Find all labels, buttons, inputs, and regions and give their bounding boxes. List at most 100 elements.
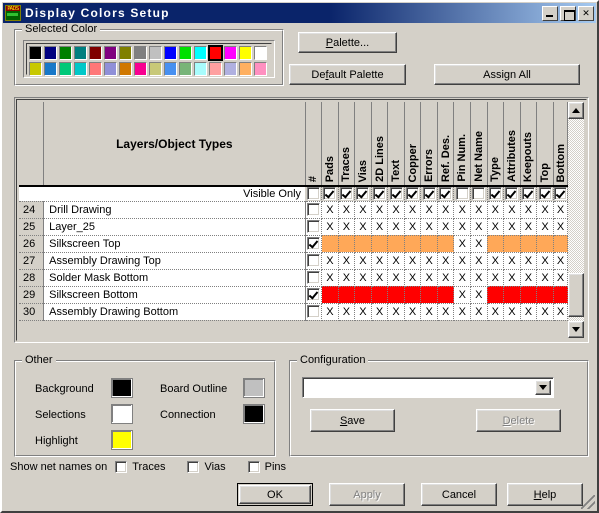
layer-empty-cell[interactable]: X (437, 252, 455, 270)
layer-name[interactable]: Assembly Drawing Bottom (43, 303, 306, 321)
checkbox-box[interactable] (115, 461, 128, 473)
checkbox-box[interactable] (554, 187, 567, 201)
net-names-vias-checkbox[interactable]: Vias (187, 461, 226, 473)
layer-empty-cell[interactable]: X (437, 201, 455, 219)
layer-empty-cell[interactable]: X (404, 269, 422, 287)
row-enable-checkbox-cell[interactable] (305, 201, 323, 219)
color-swatch[interactable] (164, 46, 177, 60)
layer-color-cell[interactable] (321, 235, 339, 253)
layer-name[interactable]: Silkscreen Top (43, 235, 306, 253)
layer-empty-cell[interactable]: X (470, 218, 488, 236)
checkbox-box[interactable] (439, 187, 453, 201)
checkbox-box[interactable] (306, 288, 320, 301)
checkbox-box[interactable] (455, 187, 469, 201)
cancel-button[interactable]: Cancel (421, 483, 497, 506)
layer-empty-cell[interactable]: X (321, 201, 339, 219)
checkbox-box[interactable] (306, 254, 320, 267)
layer-empty-cell[interactable]: X (387, 303, 405, 321)
checkbox-box[interactable] (406, 187, 420, 201)
layer-color-cell[interactable] (437, 286, 455, 304)
color-swatch[interactable] (194, 46, 207, 60)
layer-color-cell[interactable] (487, 286, 505, 304)
connection-color-button[interactable] (243, 404, 265, 424)
layer-color-cell[interactable] (503, 235, 521, 253)
layer-empty-cell[interactable]: X (470, 235, 488, 253)
layer-color-cell[interactable] (420, 286, 438, 304)
layer-empty-cell[interactable]: X (453, 286, 472, 304)
layer-empty-cell[interactable]: X (520, 269, 538, 287)
color-swatch[interactable] (149, 62, 162, 76)
color-swatch[interactable] (89, 46, 102, 60)
layer-color-cell[interactable] (404, 235, 422, 253)
layer-empty-cell[interactable]: X (404, 252, 422, 270)
visible-only-checkbox-cell[interactable] (321, 186, 339, 202)
grid-column-header[interactable]: Type (487, 102, 505, 187)
grid-vertical-scrollbar[interactable] (568, 102, 584, 338)
layer-empty-cell[interactable]: X (420, 269, 438, 287)
layer-empty-cell[interactable]: X (470, 201, 488, 219)
color-swatch[interactable] (44, 62, 57, 76)
layer-empty-cell[interactable]: X (404, 218, 422, 236)
grid-column-header[interactable]: 2D Lines (371, 102, 389, 187)
layer-empty-cell[interactable]: X (420, 218, 438, 236)
table-row[interactable]: 28 Solder Mask Bottom X X X X X X X X X X X X X X X (19, 269, 568, 287)
table-row[interactable]: 26 Silkscreen Top X X (19, 235, 568, 253)
layer-empty-cell[interactable]: X (503, 269, 521, 287)
layer-empty-cell[interactable]: X (520, 252, 538, 270)
checkbox-box[interactable] (306, 187, 320, 201)
layer-color-cell[interactable] (404, 286, 422, 304)
checkbox-box[interactable] (323, 187, 337, 201)
layer-empty-cell[interactable]: X (520, 303, 538, 321)
layer-empty-cell[interactable]: X (338, 252, 356, 270)
layer-empty-cell[interactable]: X (420, 252, 438, 270)
layer-empty-cell[interactable]: X (387, 269, 405, 287)
layer-empty-cell[interactable]: X (354, 252, 372, 270)
color-swatch[interactable] (149, 46, 162, 60)
layer-color-cell[interactable] (536, 286, 554, 304)
layer-empty-cell[interactable]: X (321, 269, 339, 287)
layer-empty-cell[interactable]: X (487, 303, 505, 321)
default-palette-button[interactable]: Default Palette (289, 64, 406, 85)
help-button[interactable]: Help (507, 483, 583, 506)
color-swatch[interactable] (224, 62, 237, 76)
checkbox-box[interactable] (306, 203, 320, 216)
color-swatch[interactable] (89, 62, 102, 76)
layer-color-cell[interactable] (371, 286, 389, 304)
color-swatch[interactable] (29, 46, 42, 60)
checkbox-box[interactable] (306, 220, 320, 233)
grid-column-header[interactable]: Keepouts (520, 102, 538, 187)
layer-empty-cell[interactable]: X (338, 269, 356, 287)
layer-empty-cell[interactable]: X (487, 252, 505, 270)
layer-empty-cell[interactable]: X (520, 201, 538, 219)
checkbox-box[interactable] (247, 461, 260, 473)
grid-column-header[interactable]: Traces (338, 102, 356, 187)
layer-color-cell[interactable] (553, 286, 568, 304)
layer-color-cell[interactable] (437, 235, 455, 253)
layer-empty-cell[interactable]: X (536, 252, 554, 270)
visible-only-checkbox-cell[interactable] (404, 186, 422, 202)
visible-only-checkbox-cell[interactable] (453, 186, 472, 202)
configuration-combobox[interactable] (302, 377, 554, 398)
color-swatch[interactable] (59, 46, 72, 60)
visible-only-checkbox-cell[interactable] (420, 186, 438, 202)
checkbox-box[interactable] (306, 305, 320, 318)
color-swatch[interactable] (164, 62, 177, 76)
highlight-color-button[interactable] (111, 430, 133, 450)
layer-color-cell[interactable] (536, 235, 554, 253)
visible-only-checkbox-cell[interactable] (305, 186, 323, 202)
chevron-down-icon[interactable] (535, 380, 551, 395)
layer-color-cell[interactable] (371, 235, 389, 253)
row-enable-checkbox-cell[interactable] (305, 252, 323, 270)
row-enable-checkbox-cell[interactable] (305, 286, 323, 304)
color-palette[interactable] (23, 40, 275, 78)
layer-empty-cell[interactable]: X (453, 218, 472, 236)
layer-color-cell[interactable] (387, 235, 405, 253)
scrollbar-thumb[interactable] (568, 273, 584, 317)
visible-only-checkbox-cell[interactable] (503, 186, 521, 202)
layer-empty-cell[interactable]: X (487, 218, 505, 236)
layer-empty-cell[interactable]: X (420, 201, 438, 219)
background-color-button[interactable] (111, 378, 133, 398)
layer-empty-cell[interactable]: X (354, 218, 372, 236)
layer-empty-cell[interactable]: X (338, 303, 356, 321)
color-swatch[interactable] (29, 62, 42, 76)
